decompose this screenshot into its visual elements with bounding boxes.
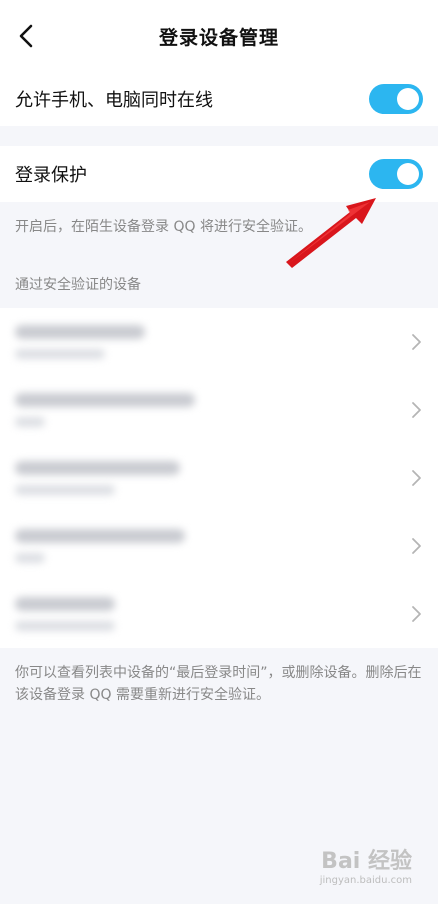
device-detail-blurred bbox=[15, 349, 105, 359]
device-item[interactable] bbox=[0, 376, 438, 444]
login-protect-toggle[interactable] bbox=[369, 159, 423, 189]
watermark-brand: Bai 经验 bbox=[321, 849, 412, 874]
chevron-right-icon bbox=[412, 606, 421, 622]
chevron-right-icon bbox=[412, 538, 421, 554]
device-list bbox=[0, 308, 438, 648]
nav-header: 登录设备管理 bbox=[0, 0, 438, 72]
chevron-right-icon bbox=[412, 470, 421, 486]
device-item[interactable] bbox=[0, 444, 438, 512]
toggle-knob bbox=[397, 163, 419, 185]
baidu-watermark: Bai 经验 jingyan.baidu.com bbox=[320, 843, 412, 886]
device-item[interactable] bbox=[0, 308, 438, 376]
device-name-blurred bbox=[15, 461, 180, 475]
footer-note: 你可以查看列表中设备的“最后登录时间”，或删除设备。删除后在该设备登录 QQ 需… bbox=[15, 665, 422, 703]
device-detail-blurred bbox=[15, 417, 45, 427]
allow-online-toggle[interactable] bbox=[369, 84, 423, 114]
allow-online-label: 允许手机、电脑同时在线 bbox=[15, 90, 213, 111]
device-detail-blurred bbox=[15, 485, 115, 495]
device-name-blurred bbox=[15, 529, 185, 543]
device-name-blurred bbox=[15, 325, 145, 339]
allow-online-row: 允许手机、电脑同时在线 bbox=[0, 72, 438, 126]
device-name-blurred bbox=[15, 597, 115, 611]
chevron-right-icon bbox=[412, 402, 421, 418]
device-name-blurred bbox=[15, 393, 195, 407]
annotation-arrow-icon bbox=[286, 198, 376, 268]
device-item[interactable] bbox=[0, 512, 438, 580]
page-title: 登录设备管理 bbox=[158, 26, 279, 49]
device-item[interactable] bbox=[0, 580, 438, 648]
chevron-right-icon bbox=[412, 334, 421, 350]
back-button[interactable] bbox=[12, 22, 40, 50]
device-detail-blurred bbox=[15, 553, 45, 563]
watermark-url: jingyan.baidu.com bbox=[319, 875, 412, 886]
toggle-knob bbox=[397, 88, 419, 110]
chevron-left-icon bbox=[19, 24, 33, 48]
login-protect-label: 登录保护 bbox=[15, 165, 87, 186]
device-detail-blurred bbox=[15, 621, 115, 631]
